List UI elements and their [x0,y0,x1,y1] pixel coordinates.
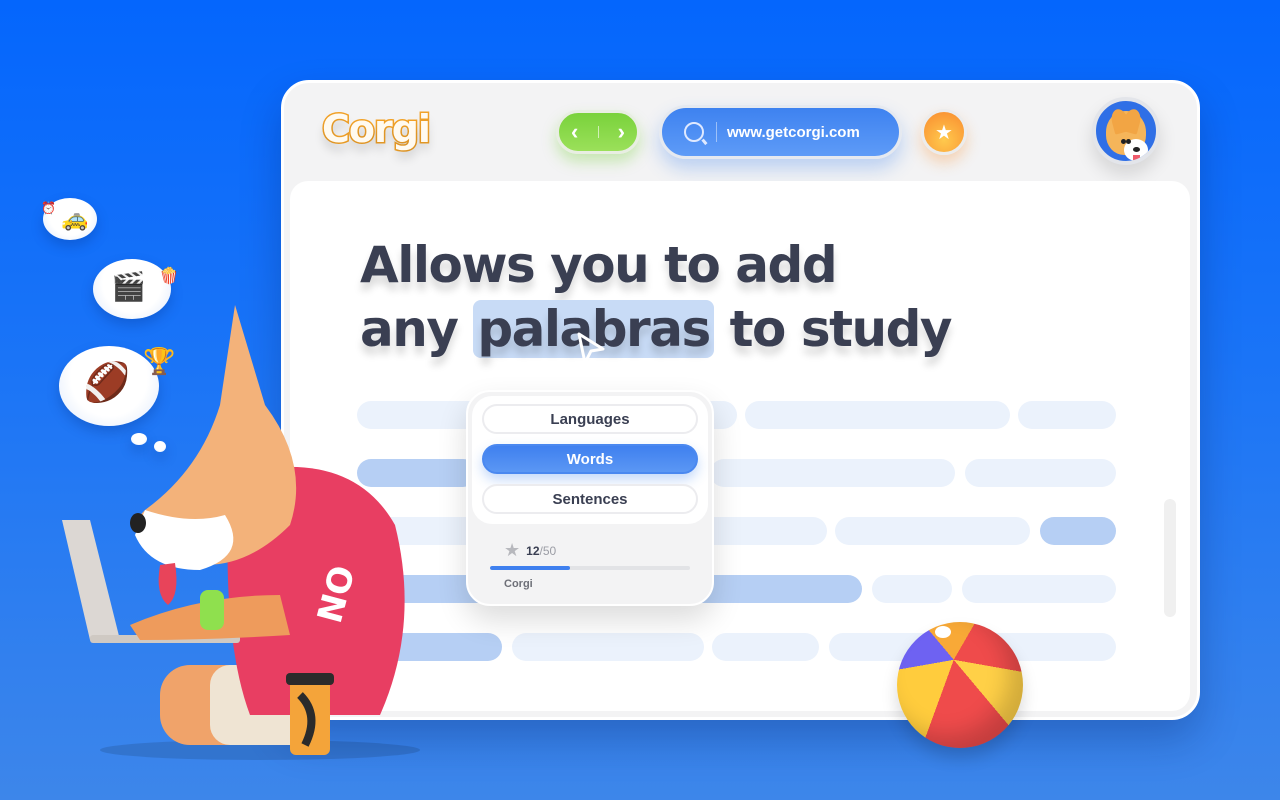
scrollbar[interactable] [1164,499,1176,617]
corgi-face-icon [1106,107,1148,161]
text-placeholder [872,575,952,603]
alarm-clock-icon: ⏰ [41,201,56,215]
corgi-mascot-illustration: NO [62,305,420,760]
star-icon: ★ [935,121,953,144]
text-placeholder [712,633,819,661]
headline-line-2: any palabras to study [360,297,953,361]
mode-options: Languages Words Sentences [472,396,708,524]
forward-button[interactable]: › [618,119,625,145]
mouse-cursor-icon [577,332,605,365]
url-text[interactable]: www.getcorgi.com [727,124,860,141]
option-words[interactable]: Words [482,444,698,474]
progress-count: ★ 12 /50 [504,540,556,561]
progress-current: 12 [526,543,540,558]
beach-ball-illustration [897,622,1023,748]
search-icon [684,122,704,142]
option-sentences[interactable]: Sentences [482,484,698,514]
url-divider [716,122,717,142]
option-languages[interactable]: Languages [482,404,698,434]
progress-bar [490,566,690,570]
text-placeholder [965,459,1116,487]
progress-bar-fill [490,566,570,570]
text-placeholder [962,575,1116,603]
taxi-icon: 🚕 [61,206,89,231]
corgi-logo[interactable]: Corgi [321,106,433,153]
avatar[interactable] [1092,97,1160,165]
text-placeholder-highlighted [1040,517,1116,545]
headline: Allows you to add any palabras to study [360,233,953,361]
navigation-buttons: ‹ › [556,110,640,154]
popup-brand: Corgi [504,578,533,590]
progress-total: /50 [539,543,557,558]
headline-text: to study [729,300,953,358]
nav-separator [597,126,599,138]
text-placeholder [512,633,704,661]
url-bar[interactable]: www.getcorgi.com [659,105,902,159]
thought-bubble-taxi: 🚕 ⏰ [41,198,97,240]
text-placeholder [1018,401,1116,429]
star-icon: ★ [504,540,521,560]
popcorn-icon: 🍿 [159,268,179,285]
headline-line-1: Allows you to add [360,236,838,294]
favorite-button[interactable]: ★ [921,109,967,155]
text-placeholder [835,517,1030,545]
study-mode-popup: Languages Words Sentences ★ 12 /50 Corgi [466,390,714,606]
back-button[interactable]: ‹ [571,119,578,145]
text-placeholder [710,459,955,487]
text-placeholder [745,401,1010,429]
